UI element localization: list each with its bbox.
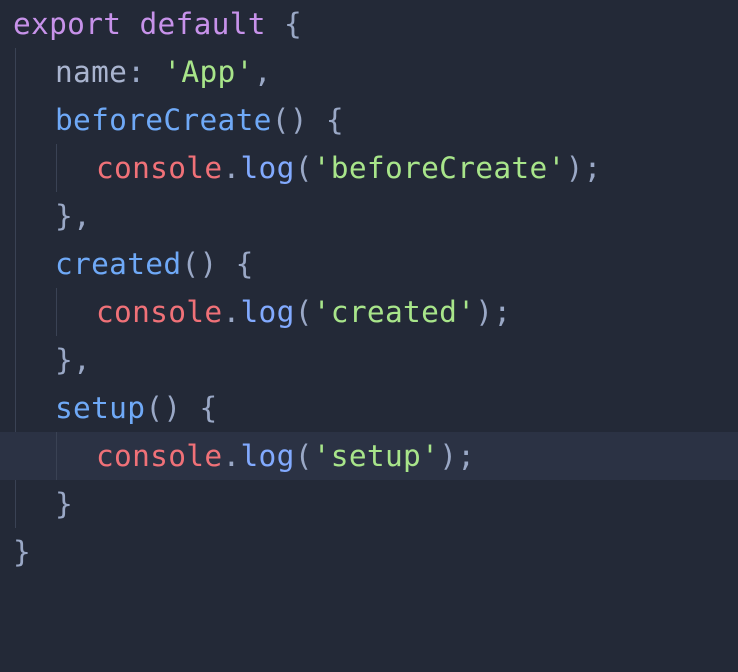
- keyword-default: default: [139, 7, 266, 41]
- code-line-10-current[interactable]: console.log('setup');: [0, 432, 738, 480]
- object-console: console: [96, 295, 223, 329]
- method-log: log: [240, 151, 295, 185]
- dot: .: [222, 439, 241, 473]
- close-brace: }: [55, 487, 74, 521]
- close-brace: }: [13, 535, 32, 569]
- function-name: setup: [55, 391, 146, 425]
- code-line-12[interactable]: }: [0, 528, 738, 576]
- code-line-11[interactable]: }: [0, 480, 738, 528]
- object-console: console: [96, 439, 223, 473]
- string-literal: 'created': [312, 295, 476, 329]
- colon: :: [127, 55, 146, 89]
- code-line-8[interactable]: },: [0, 336, 738, 384]
- indent-guide: [56, 432, 57, 480]
- code-line-2[interactable]: name: 'App',: [0, 48, 738, 96]
- close-brace: },: [55, 343, 92, 377]
- parens: (): [145, 391, 182, 425]
- open-brace: {: [199, 391, 218, 425]
- code-line-4[interactable]: console.log('beforeCreate');: [0, 144, 738, 192]
- property-name: name: [55, 55, 128, 89]
- code-line-9[interactable]: setup() {: [0, 384, 738, 432]
- close-paren: );: [475, 295, 512, 329]
- close-brace: },: [55, 199, 92, 233]
- string-literal: 'App': [163, 55, 254, 89]
- code-line-6[interactable]: created() {: [0, 240, 738, 288]
- object-console: console: [96, 151, 223, 185]
- open-paren: (: [294, 151, 313, 185]
- method-log: log: [240, 439, 295, 473]
- code-line-7[interactable]: console.log('created');: [0, 288, 738, 336]
- code-editor[interactable]: export default { name: 'App', beforeCrea…: [0, 0, 738, 580]
- open-brace: {: [235, 247, 254, 281]
- keyword-export: export: [13, 7, 122, 41]
- open-brace: {: [283, 7, 302, 41]
- code-line-5[interactable]: },: [0, 192, 738, 240]
- string-literal: 'setup': [312, 439, 440, 473]
- parens: (): [271, 103, 308, 137]
- code-line-1[interactable]: export default {: [0, 0, 738, 48]
- open-paren: (: [294, 295, 313, 329]
- close-paren: );: [439, 439, 476, 473]
- open-brace: {: [325, 103, 344, 137]
- method-log: log: [240, 295, 295, 329]
- function-name: created: [55, 247, 182, 281]
- string-literal: 'beforeCreate': [312, 151, 566, 185]
- dot: .: [222, 151, 241, 185]
- parens: (): [181, 247, 218, 281]
- code-line-3[interactable]: beforeCreate() {: [0, 96, 738, 144]
- close-paren: );: [565, 151, 602, 185]
- dot: .: [222, 295, 241, 329]
- open-paren: (: [294, 439, 313, 473]
- function-name: beforeCreate: [55, 103, 272, 137]
- comma: ,: [253, 55, 272, 89]
